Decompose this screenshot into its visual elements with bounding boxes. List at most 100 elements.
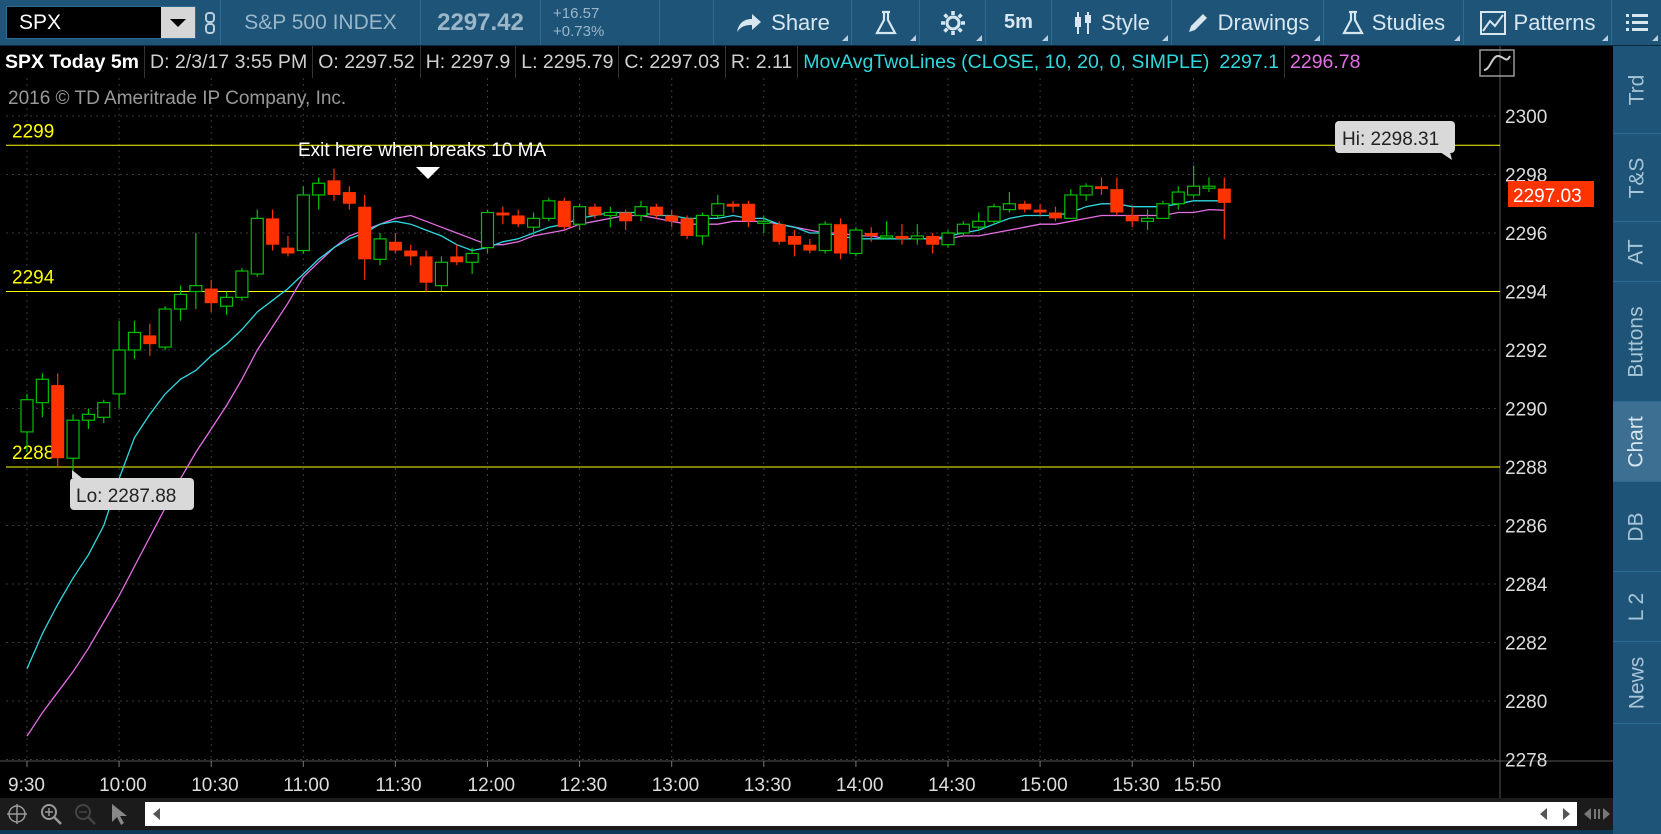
candle <box>910 224 924 245</box>
y-tick-label: 2278 <box>1505 751 1547 772</box>
y-tick-label: 2286 <box>1505 517 1547 538</box>
link-icon[interactable] <box>200 0 220 45</box>
price-level-label: 2294 <box>12 268 55 289</box>
horizontal-scrollbar[interactable] <box>145 802 1577 826</box>
y-tick-label: 2294 <box>1505 283 1548 304</box>
flask-button[interactable] <box>851 0 919 45</box>
scroll-left-arrow[interactable] <box>153 808 160 820</box>
last-price: 2297.42 <box>420 0 540 45</box>
x-tick-label: 15:30 <box>1112 775 1160 796</box>
side-tab-t-s[interactable]: T&S <box>1613 134 1661 222</box>
ma-fast-line <box>26 200 1225 670</box>
symbol-value: SPX <box>19 10 62 34</box>
bar-high: H: 2297.9 <box>421 46 517 78</box>
side-tab-news[interactable]: News <box>1613 642 1661 724</box>
candle <box>619 209 633 231</box>
candle <box>158 306 172 350</box>
study-label[interactable]: MovAvgTwoLines (CLOSE, 10, 20, 0, SIMPLE… <box>798 46 1214 78</box>
symbol-dropdown-button[interactable] <box>161 7 195 38</box>
candle <box>726 200 740 213</box>
timeframe-button[interactable]: 5m <box>985 0 1051 45</box>
candle <box>143 323 157 356</box>
chart-annotations: Exit here when breaks 10 MA Hi: 2298.31 … <box>70 121 1594 510</box>
drawings-label: Drawings <box>1217 9 1310 35</box>
side-tab-label: Trd <box>1624 74 1648 105</box>
share-button[interactable]: Share <box>713 0 851 45</box>
candle <box>926 233 940 254</box>
side-tab-label: AT <box>1625 238 1648 265</box>
scroll-right-arrow[interactable] <box>1563 808 1570 820</box>
side-tab-l-2[interactable]: L 2 <box>1613 572 1661 642</box>
low-bubble-text: Lo: 2287.88 <box>76 486 176 507</box>
candle <box>1125 206 1139 228</box>
candle <box>526 212 541 236</box>
candle <box>281 235 295 257</box>
candle <box>511 209 525 228</box>
y-tick-label: 2296 <box>1505 224 1547 245</box>
candle <box>235 268 249 301</box>
studies-button[interactable]: Studies <box>1323 0 1463 45</box>
side-tab-label: Buttons <box>1625 305 1648 378</box>
x-tick-label: 13:00 <box>652 775 700 796</box>
side-tab-trd[interactable]: Trd <box>1613 46 1661 134</box>
x-tick-label: 10:30 <box>191 775 239 796</box>
last-price-tag-text: 2297.03 <box>1513 186 1582 207</box>
side-tab-chart[interactable]: Chart <box>1613 402 1661 482</box>
zoom-in-icon <box>41 804 62 825</box>
x-tick-label: 14:30 <box>928 775 976 796</box>
style-button[interactable]: Style <box>1051 0 1171 45</box>
side-tab-label: T&S <box>1625 157 1648 198</box>
x-tick-label: 15:50 <box>1174 775 1222 796</box>
candle <box>772 221 786 245</box>
pencil-icon <box>1188 13 1207 32</box>
menu-icon <box>1625 13 1648 31</box>
price-chart[interactable]: 2299 2294 2288 2300 2298 2296 2294 2292 2290 228… <box>0 46 1613 798</box>
candle <box>680 215 694 239</box>
candle <box>373 233 387 266</box>
side-tab-at[interactable]: AT <box>1613 222 1661 282</box>
symbol-input[interactable]: SPX <box>6 6 196 39</box>
candle <box>941 230 955 248</box>
main-toolbar: SPX S&P 500 INDEX 2297.42 +16.57 +0.73% … <box>0 0 1661 46</box>
settings-button[interactable] <box>919 0 985 45</box>
ma-slow-value: 2296.78 <box>1290 50 1361 73</box>
flask-icon <box>874 10 897 34</box>
candle <box>419 250 433 292</box>
y-tick-label: 2282 <box>1505 634 1547 655</box>
x-tick-label: 12:00 <box>468 775 516 796</box>
crosshair-icon <box>7 804 27 824</box>
patterns-label: Patterns <box>1513 9 1596 35</box>
candle <box>342 186 356 210</box>
scroll-expand-button[interactable] <box>1580 798 1614 830</box>
candle <box>51 373 65 467</box>
candle <box>434 256 449 292</box>
pointer-button[interactable] <box>102 798 136 830</box>
crosshair-button[interactable] <box>0 798 34 830</box>
candle <box>112 320 126 409</box>
side-tab-db[interactable]: DB <box>1613 482 1661 572</box>
low-bubble: Lo: 2287.88 <box>70 470 194 510</box>
candle <box>1079 183 1093 201</box>
candle <box>1156 200 1170 219</box>
index-name: S&P 500 INDEX <box>220 0 420 45</box>
chart-canvas[interactable]: 229922942288 230022982296229422922290228… <box>0 46 1613 798</box>
side-tab-label: L 2 <box>1624 592 1648 621</box>
zoom-in-button[interactable] <box>34 798 68 830</box>
side-tab-buttons[interactable]: Buttons <box>1613 282 1661 402</box>
candle <box>35 373 49 418</box>
exit-marker-triangle <box>416 167 440 179</box>
x-tick-label: 10:00 <box>99 775 147 796</box>
candle <box>480 209 495 254</box>
candle <box>542 197 556 222</box>
candle <box>895 224 909 245</box>
time-axis: 9:30 10:00 10:30 11:00 11:30 12:00 12:30 13:00 1… <box>8 761 1221 796</box>
patterns-button[interactable]: Patterns <box>1463 0 1611 45</box>
candle <box>358 194 372 280</box>
scroll-left-end-arrow[interactable] <box>1540 808 1547 820</box>
candle <box>1095 177 1108 195</box>
x-tick-label: 11:00 <box>283 775 329 796</box>
zoom-out-button[interactable] <box>68 798 102 830</box>
menu-button[interactable] <box>1611 0 1661 45</box>
drawing-tool-icon[interactable] <box>1478 48 1516 78</box>
drawings-button[interactable]: Drawings <box>1171 0 1323 45</box>
